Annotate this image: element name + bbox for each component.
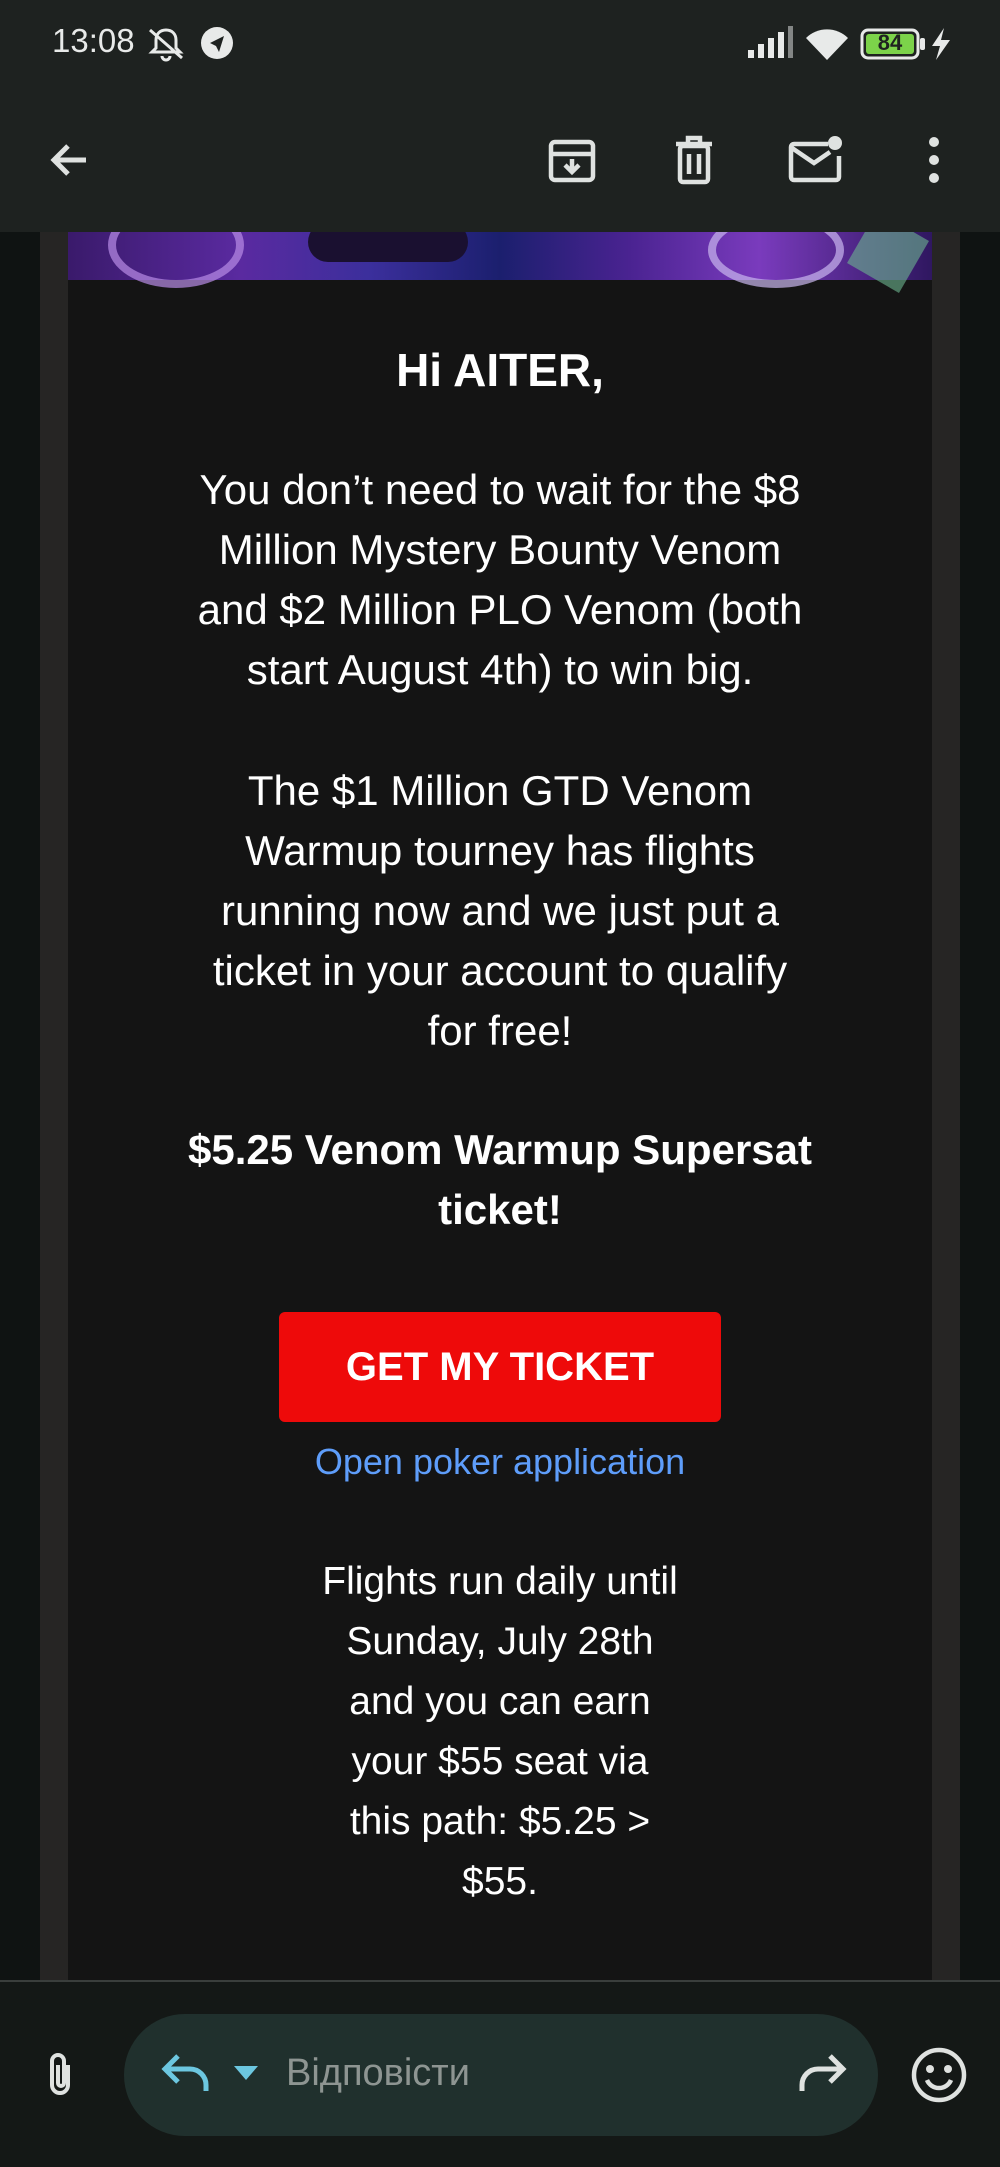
reply-field[interactable]: Відповісти bbox=[124, 2014, 878, 2136]
reply-placeholder: Відповісти bbox=[286, 2052, 470, 2094]
status-time: 13:08 bbox=[52, 22, 135, 59]
delete-icon bbox=[670, 134, 718, 191]
warmup-paragraph: The $1 Million GTD Venom Warmup tourney … bbox=[212, 767, 788, 1054]
attachment-icon bbox=[44, 2051, 76, 2104]
wifi-icon bbox=[804, 26, 850, 67]
flights-paragraph: Flights run daily until Sunday, July 28t… bbox=[322, 1560, 678, 1903]
ticket-offer: $5.25 Venom Warmup Supersat ticket! bbox=[188, 1126, 812, 1233]
more-options-button[interactable] bbox=[892, 120, 976, 204]
dropdown-caret-icon[interactable] bbox=[232, 2062, 260, 2089]
delete-button[interactable] bbox=[652, 120, 736, 204]
battery-level: 84 bbox=[877, 30, 903, 55]
app-bar bbox=[0, 90, 1000, 232]
email-viewer[interactable]: Hi AITER, You don’t need to wait for the… bbox=[0, 232, 1000, 1980]
mark-unread-button[interactable] bbox=[774, 120, 858, 204]
greeting: Hi AITER, bbox=[396, 344, 604, 396]
promo-banner-image bbox=[68, 232, 932, 293]
back-arrow-icon bbox=[46, 136, 94, 189]
mute-icon bbox=[146, 24, 186, 69]
mark-unread-icon bbox=[788, 134, 844, 191]
open-poker-app-link[interactable]: Open poker application bbox=[128, 1438, 872, 1486]
email-card: Hi AITER, You don’t need to wait for the… bbox=[68, 232, 932, 1980]
archive-button[interactable] bbox=[530, 120, 614, 204]
reply-bar: Відповісти bbox=[0, 1982, 1000, 2167]
signal-icon bbox=[746, 26, 794, 65]
archive-icon bbox=[546, 134, 598, 191]
charging-icon bbox=[930, 28, 952, 65]
get-my-ticket-button[interactable]: GET MY TICKET bbox=[279, 1312, 721, 1422]
attach-button[interactable] bbox=[30, 2047, 90, 2107]
status-bar: 13:08 84 bbox=[0, 0, 1000, 90]
emoji-icon bbox=[910, 2047, 968, 2108]
battery-icon: 84 bbox=[860, 28, 926, 65]
intro-paragraph: You don’t need to wait for the $8 Millio… bbox=[197, 466, 803, 693]
more-vert-icon bbox=[926, 136, 942, 189]
forward-icon[interactable] bbox=[794, 2046, 848, 2105]
emoji-button[interactable] bbox=[910, 2046, 968, 2109]
reply-icon[interactable] bbox=[160, 2046, 214, 2105]
back-button[interactable] bbox=[28, 120, 112, 204]
location-icon bbox=[198, 24, 236, 67]
